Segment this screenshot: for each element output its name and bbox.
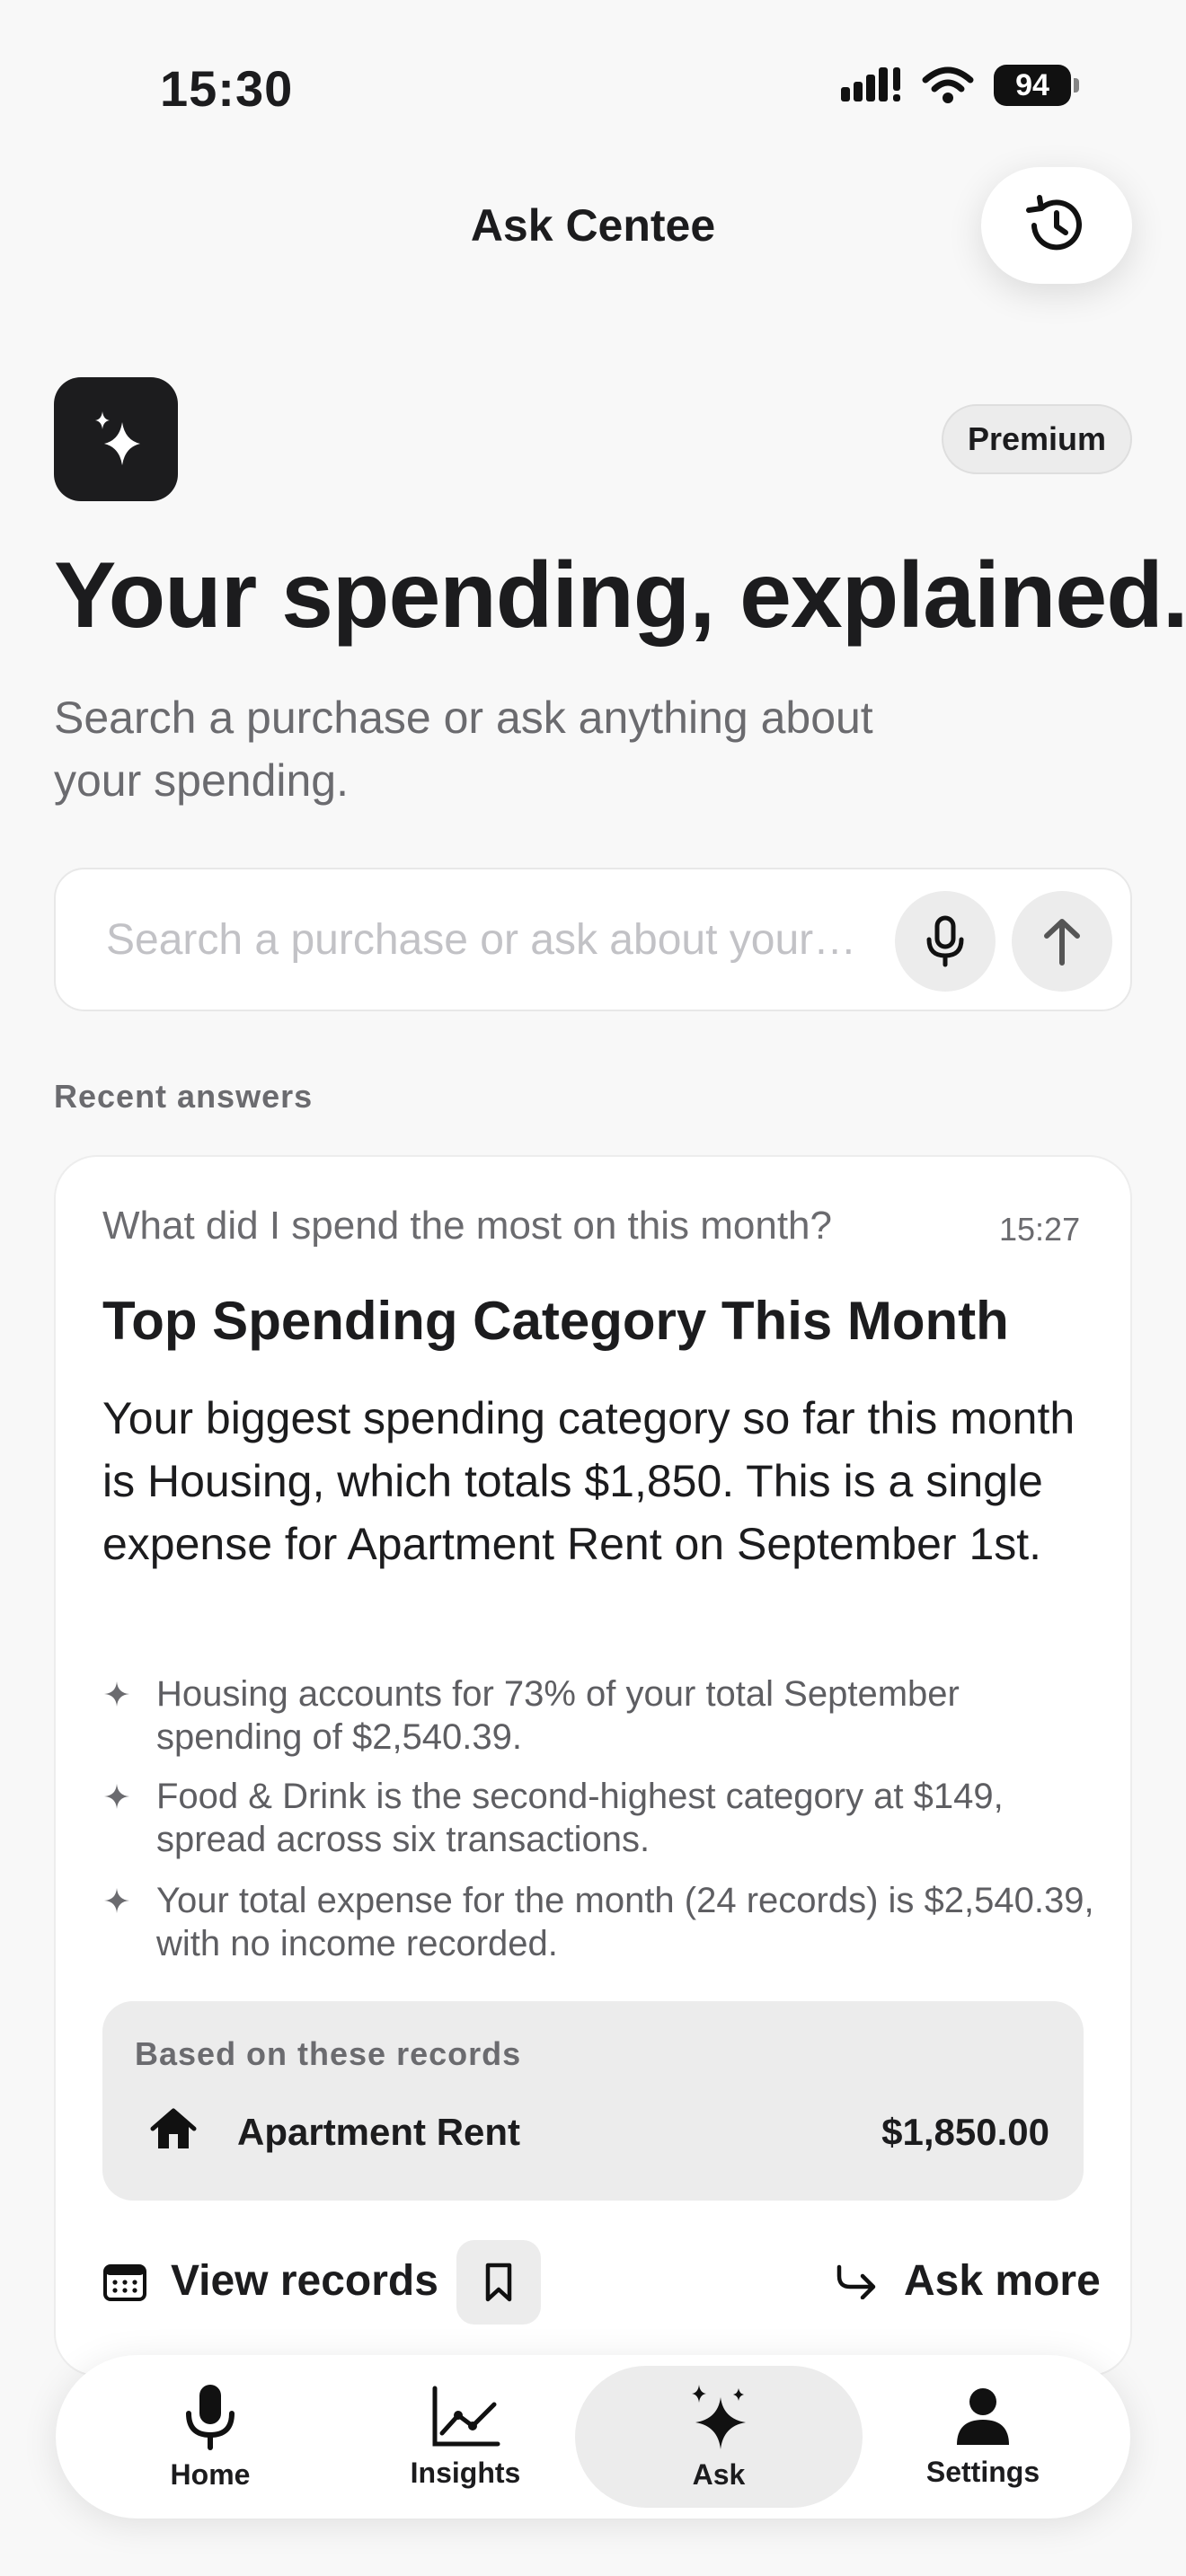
record-amount: $1,850.00	[881, 2111, 1049, 2153]
search-input[interactable]	[106, 869, 915, 1010]
battery-level: 94	[994, 65, 1071, 106]
hero-subtitle: Search a purchase or ask anything about …	[54, 693, 873, 806]
answer-title: Top Spending Category This Month	[102, 1291, 1009, 1351]
calendar-icon	[103, 2263, 146, 2301]
list-item: Housing accounts for 73% of your total S…	[102, 1672, 1100, 1759]
tab-bar: Home Insights Ask Settings	[56, 2355, 1130, 2519]
forward-arrow-icon	[836, 2264, 876, 2299]
bullet-text: Your total expense for the month (24 rec…	[156, 1881, 1094, 1963]
history-icon	[1026, 195, 1082, 251]
submit-button[interactable]	[1012, 891, 1112, 992]
bullet-text: Food & Drink is the second-highest categ…	[156, 1777, 1004, 1859]
view-records-label: View records	[171, 2257, 438, 2305]
ask-more-label: Ask more	[904, 2257, 1101, 2305]
app-logo	[54, 377, 178, 501]
hero-headline: Your spending, explained.	[54, 543, 1186, 648]
sparkle-bullet-icon	[104, 1784, 129, 1809]
chart-icon	[432, 2386, 500, 2446]
sparkle-bullet-icon	[104, 1888, 129, 1913]
microphone-icon	[926, 915, 964, 967]
list-item: Your total expense for the month (24 rec…	[102, 1879, 1100, 1965]
source-records	[102, 2001, 1084, 2201]
answer-body: Your biggest spending category so far th…	[102, 1393, 1075, 1569]
microphone-icon	[186, 2384, 235, 2450]
arrow-up-icon	[1044, 919, 1080, 966]
section-label: Recent answers	[54, 1078, 314, 1115]
tab-settings[interactable]: Settings	[848, 2366, 1118, 2508]
tab-home[interactable]: Home	[75, 2366, 345, 2508]
record-name[interactable]: Apartment Rent	[237, 2111, 520, 2154]
house-icon	[149, 2107, 198, 2157]
tab-ask[interactable]: Ask	[575, 2366, 863, 2508]
sparkle-bullet-icon	[104, 1681, 129, 1707]
sparkle-icon	[95, 411, 140, 465]
bookmark-button[interactable]	[456, 2240, 541, 2325]
tab-label: Ask	[692, 2457, 746, 2491]
bookmark-icon	[485, 2263, 512, 2302]
wifi-icon	[922, 66, 974, 103]
view-records-button[interactable]: View records	[102, 2256, 438, 2306]
premium-badge: Premium	[942, 404, 1132, 474]
person-icon	[957, 2387, 1009, 2445]
voice-input-button[interactable]	[895, 891, 996, 992]
records-label: Based on these records	[135, 2035, 522, 2072]
sparkle-icon	[692, 2384, 746, 2449]
tab-label: Home	[170, 2457, 251, 2491]
tab-label: Insights	[410, 2456, 521, 2489]
ask-more-button[interactable]: Ask more	[836, 2256, 1101, 2306]
tab-insights[interactable]: Insights	[331, 2366, 600, 2508]
status-time: 15:30	[160, 60, 294, 117]
answer-timestamp: 15:27	[999, 1211, 1081, 1248]
signal-icon	[841, 67, 900, 101]
status-icons: 94	[841, 65, 1079, 106]
tab-label: Settings	[925, 2455, 1040, 2488]
list-item: Food & Drink is the second-highest categ…	[102, 1775, 1100, 1861]
bullet-text: Housing accounts for 73% of your total S…	[156, 1674, 960, 1757]
history-button[interactable]	[981, 167, 1132, 284]
search-bar	[54, 868, 1132, 1011]
battery-indicator: 94	[994, 65, 1079, 106]
answer-question: What did I spend the most on this month?	[102, 1204, 833, 1248]
